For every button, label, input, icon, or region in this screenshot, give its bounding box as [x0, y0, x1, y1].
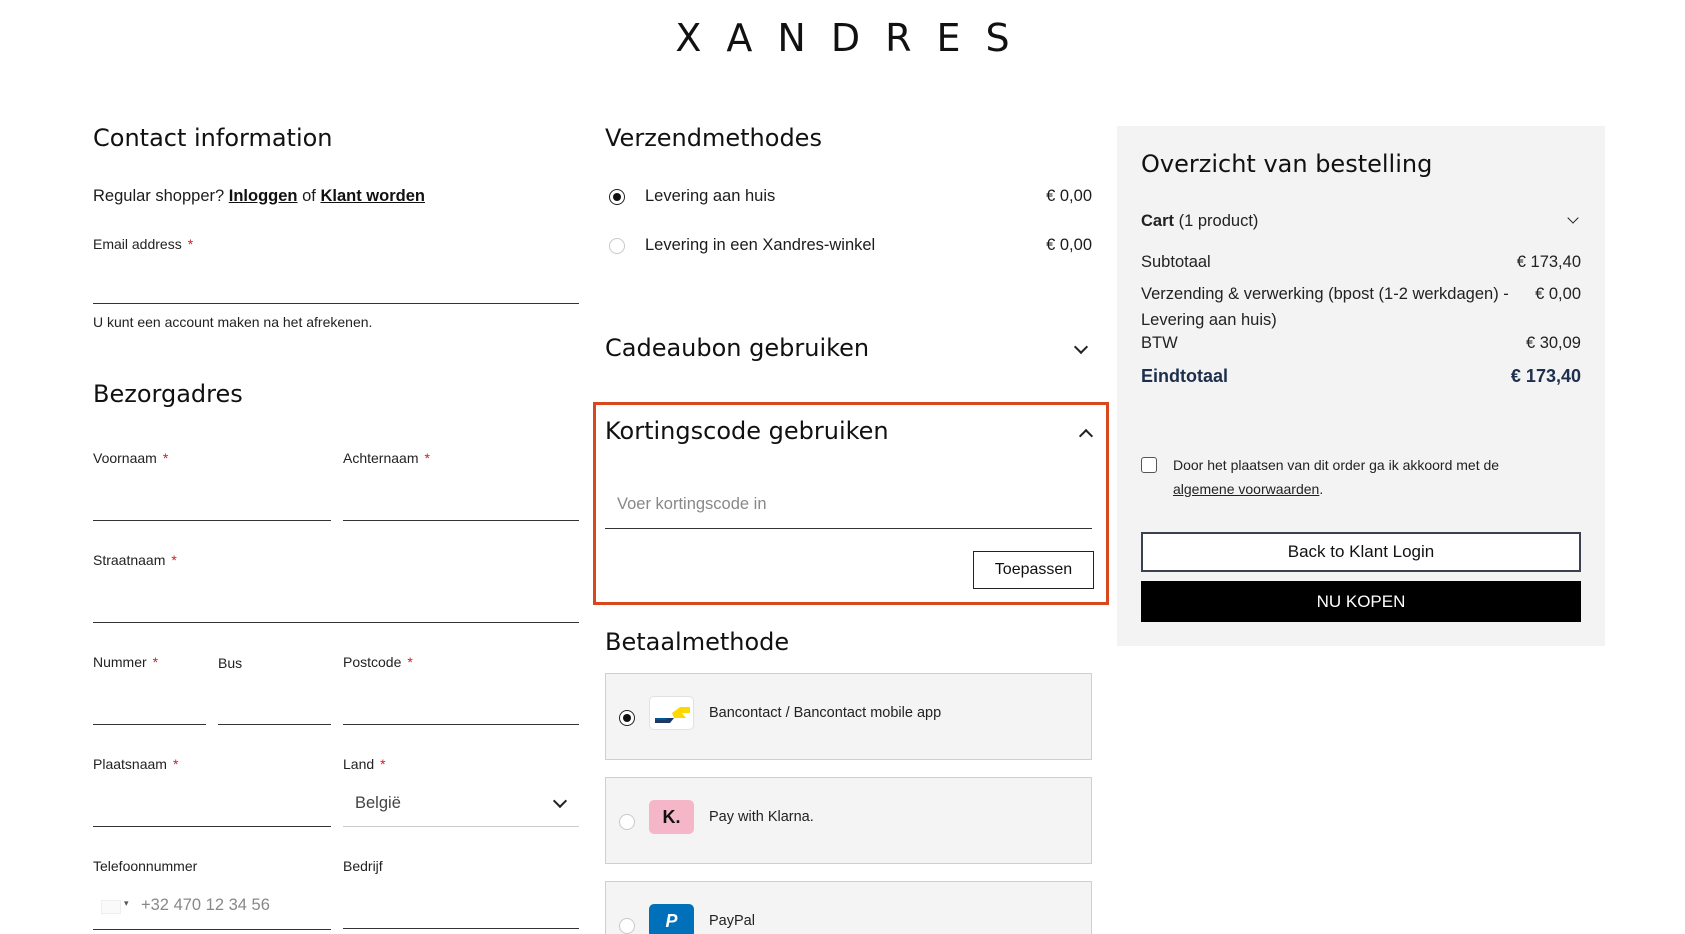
payment-radio-klarna[interactable] [619, 814, 635, 830]
city-field[interactable] [93, 826, 331, 827]
chevron-down-icon [1567, 212, 1579, 224]
phone-placeholder: +32 470 12 34 56 [141, 896, 270, 914]
cart-toggle[interactable]: Cart (1 product) [1141, 212, 1581, 236]
subtotal-value: € 173,40 [1516, 253, 1581, 271]
discount-code-input[interactable]: Voer kortingscode in [605, 491, 1092, 529]
number-label: Nummer * [93, 654, 159, 670]
shipping-radio-home[interactable] [609, 189, 625, 205]
total-label: Eindtotaal [1141, 366, 1229, 386]
phone-label: Telefoonnummer [93, 858, 198, 874]
contact-title: Contact information [93, 124, 333, 152]
shipping-title: Verzendmethodes [605, 124, 822, 152]
total-value: € 173,40 [1510, 366, 1581, 386]
terms-checkbox[interactable] [1141, 457, 1157, 473]
tax-row: BTW € 30,09 [1141, 334, 1581, 353]
payment-label: PayPal [709, 913, 755, 929]
shipping-option-home[interactable]: Levering aan huis € 0,00 [605, 187, 1092, 211]
buy-now-button[interactable]: NU KOPEN [1141, 581, 1581, 622]
paypal-logo-icon: P [649, 904, 694, 934]
back-to-login-button[interactable]: Back to Klant Login [1141, 532, 1581, 572]
login-link[interactable]: Inloggen [229, 187, 298, 205]
discount-placeholder: Voer kortingscode in [617, 495, 767, 513]
register-link[interactable]: Klant worden [320, 187, 425, 205]
email-label: Email address * [93, 236, 194, 252]
payment-method-paypal[interactable]: P PayPal [605, 881, 1092, 934]
payment-radio-bancontact[interactable] [619, 710, 635, 726]
discount-toggle[interactable]: Kortingscode gebruiken [605, 417, 1099, 453]
address-title: Bezorgadres [93, 380, 243, 408]
street-label: Straatnaam * [93, 552, 177, 568]
tax-value: € 30,09 [1525, 334, 1581, 352]
number-field[interactable] [93, 724, 206, 725]
country-value: België [355, 794, 401, 812]
shipping-option-store[interactable]: Levering in een Xandres-winkel € 0,00 [605, 236, 1092, 260]
terms-link[interactable]: algemene voorwaarden [1173, 481, 1319, 497]
discount-code-section: Kortingscode gebruiken Voer kortingscode… [593, 402, 1109, 605]
payment-label: Pay with Klarna. [709, 809, 814, 825]
payment-method-bancontact[interactable]: Bancontact / Bancontact mobile app [605, 673, 1092, 760]
shipping-cost-row: Verzending & verwerking (bpost (1-2 werk… [1141, 281, 1581, 333]
discount-title: Kortingscode gebruiken [605, 417, 889, 445]
payment-title: Betaalmethode [605, 628, 790, 656]
company-field[interactable] [343, 928, 579, 929]
cart-label: Cart [1141, 212, 1175, 230]
company-label: Bedrijf [343, 858, 383, 874]
postcode-field[interactable] [343, 724, 579, 725]
order-summary-panel: Overzicht van bestelling Cart (1 product… [1117, 126, 1605, 646]
subtotal-label: Subtotaal [1141, 253, 1211, 271]
payment-label: Bancontact / Bancontact mobile app [709, 705, 942, 721]
payment-method-klarna[interactable]: K. Pay with Klarna. [605, 777, 1092, 864]
giftcard-title: Cadeaubon gebruiken [605, 334, 870, 362]
account-note: U kunt een account maken na het afrekene… [93, 314, 373, 330]
lastname-label: Achternaam * [343, 450, 430, 466]
email-field[interactable] [93, 303, 579, 304]
tax-label: BTW [1141, 334, 1178, 352]
regular-shopper-line: Regular shopper? Inloggen of Klant worde… [93, 187, 425, 206]
or-text: of [302, 187, 316, 205]
shipping-option-price: € 0,00 [1046, 187, 1092, 205]
chevron-down-icon [552, 793, 568, 809]
shipping-option-label: Levering in een Xandres-winkel [645, 236, 876, 254]
dropdown-caret-icon[interactable]: ▾ [124, 898, 129, 909]
bus-label: Bus [218, 655, 243, 671]
terms-text: Door het plaatsen van dit order ga ik ak… [1173, 457, 1500, 497]
firstname-field[interactable] [93, 520, 331, 521]
shopper-prefix: Regular shopper? [93, 187, 225, 205]
flag-icon[interactable] [101, 900, 121, 914]
city-label: Plaatsnaam * [93, 756, 179, 772]
street-field[interactable] [93, 622, 579, 623]
country-select[interactable]: België [343, 792, 579, 827]
klarna-logo-icon: K. [649, 800, 694, 834]
total-row: Eindtotaal € 173,40 [1141, 366, 1581, 387]
bancontact-logo-icon [649, 696, 694, 730]
giftcard-toggle[interactable]: Cadeaubon gebruiken [605, 334, 1092, 370]
chevron-up-icon [1078, 428, 1094, 444]
shipping-option-price: € 0,00 [1046, 236, 1092, 254]
phone-field[interactable]: ▾ +32 470 12 34 56 [93, 894, 331, 930]
shipping-option-label: Levering aan huis [645, 187, 776, 205]
firstname-label: Voornaam * [93, 450, 169, 466]
brand-logo[interactable]: XANDRES [0, 16, 1685, 60]
apply-discount-button[interactable]: Toepassen [973, 551, 1094, 589]
country-label: Land * [343, 756, 386, 772]
cart-count: (1 product) [1178, 212, 1259, 230]
shipping-radio-store[interactable] [609, 238, 625, 254]
shipping-cost-label: Verzending & verwerking (bpost (1-2 werk… [1141, 285, 1509, 329]
chevron-down-icon [1073, 339, 1089, 355]
payment-radio-paypal[interactable] [619, 918, 635, 934]
shipping-cost-value: € 0,00 [1535, 285, 1581, 303]
summary-title: Overzicht van bestelling [1141, 150, 1433, 178]
lastname-field[interactable] [343, 520, 579, 521]
subtotal-row: Subtotaal € 173,40 [1141, 253, 1581, 272]
postcode-label: Postcode * [343, 654, 413, 670]
bus-field[interactable] [218, 724, 331, 725]
